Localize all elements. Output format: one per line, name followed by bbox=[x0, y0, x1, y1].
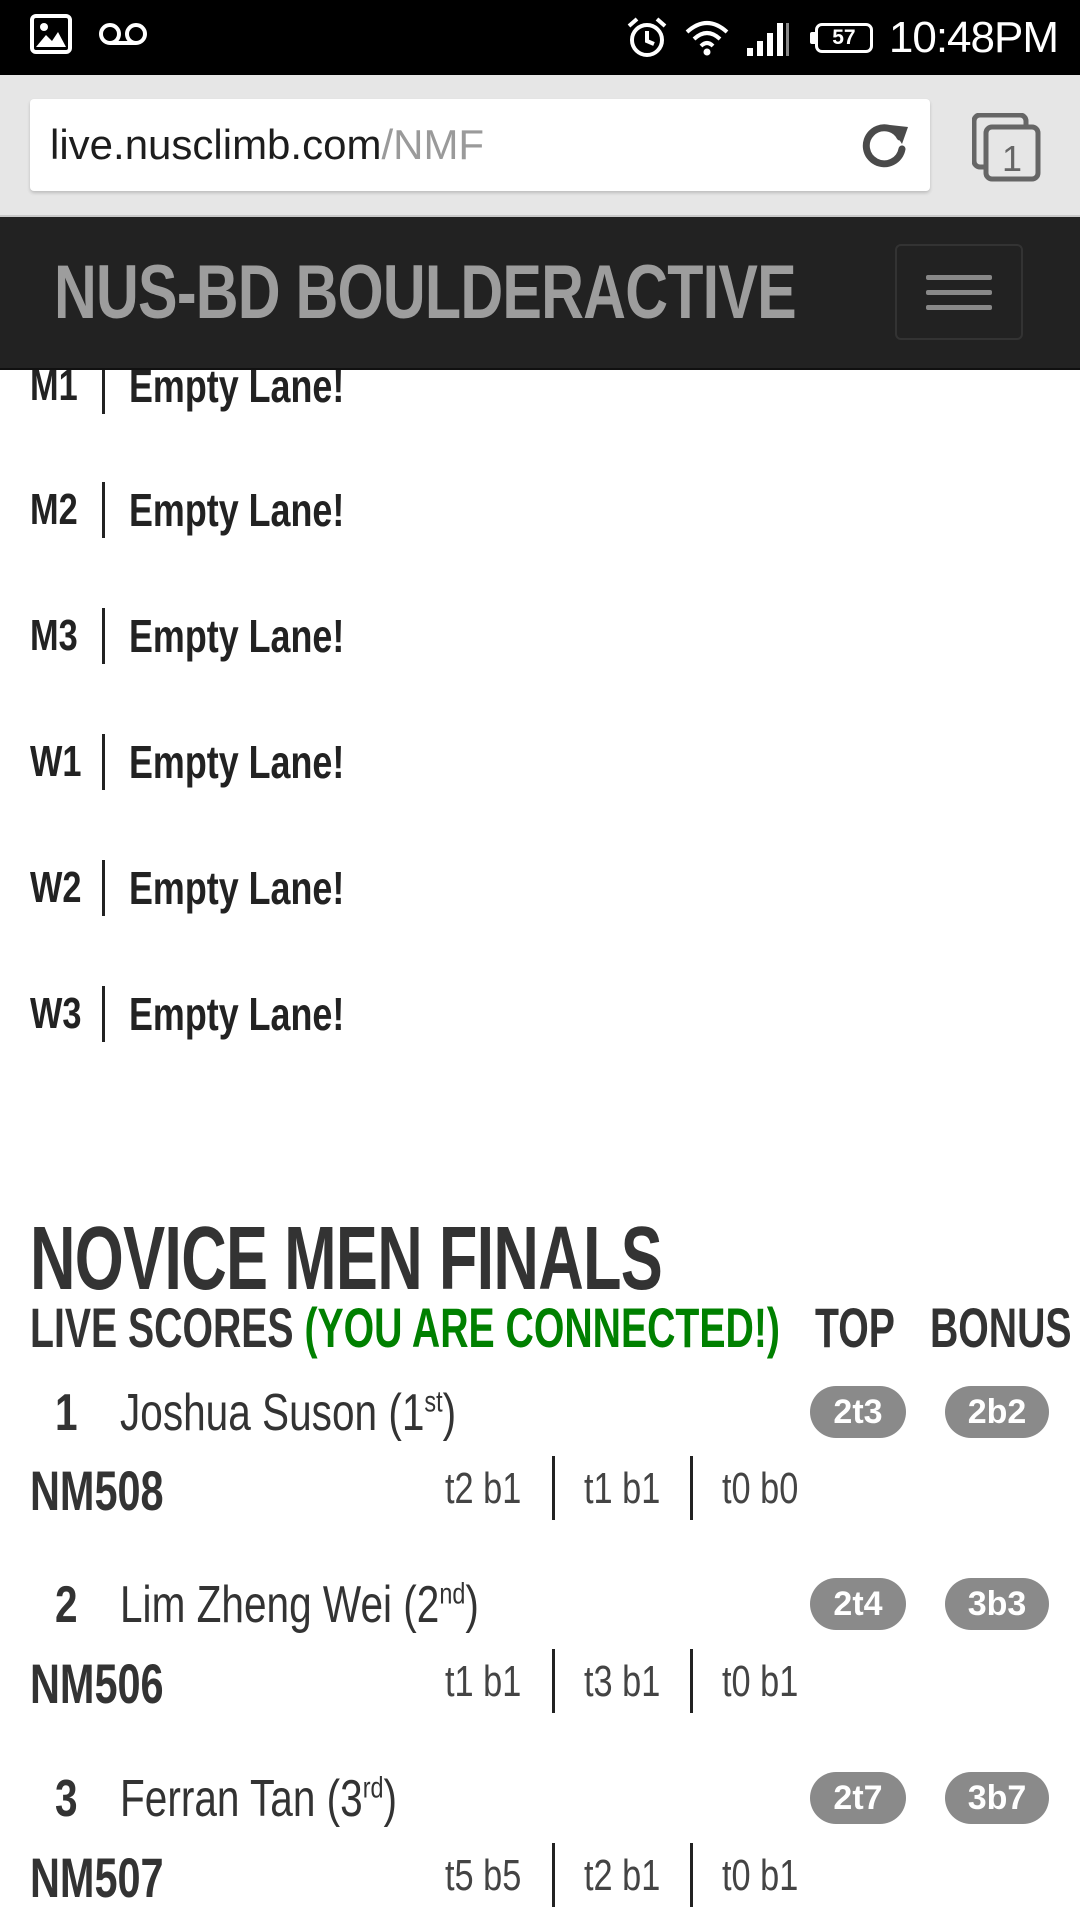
entry-id: NM506 bbox=[30, 1652, 164, 1715]
entry-name: Ferran Tan (3rd) bbox=[120, 1769, 397, 1829]
entry-rank: 2 bbox=[55, 1576, 78, 1634]
battery-level: 57 bbox=[832, 26, 856, 49]
attempt-score: t2 b1 bbox=[445, 1464, 522, 1513]
entry-place-suffix: st bbox=[424, 1385, 443, 1419]
divider bbox=[102, 608, 105, 664]
attempt-score: t2 b1 bbox=[584, 1851, 661, 1900]
lane-row: M3 Empty Lane! bbox=[30, 606, 405, 666]
connection-status: (YOU ARE CONNECTED!) bbox=[304, 1296, 780, 1359]
lane-status: Empty Lane! bbox=[129, 370, 345, 412]
voicemail-icon bbox=[99, 23, 147, 45]
divider bbox=[102, 482, 105, 538]
browser-toolbar: live.nusclimb.com/NMF 1 bbox=[0, 75, 1080, 217]
main-content: M1 Empty Lane! M2 Empty Lane! M3 Empty L… bbox=[0, 370, 1080, 1920]
top-badge: 2t3 bbox=[810, 1386, 906, 1438]
lane-status: Empty Lane! bbox=[129, 988, 345, 1040]
entry-name-text: Ferran Tan (3 bbox=[120, 1770, 363, 1828]
column-header-bonus: BONUS bbox=[930, 1296, 1072, 1359]
url-text[interactable]: live.nusclimb.com/NMF bbox=[50, 99, 484, 191]
attempt-score: t0 b1 bbox=[722, 1657, 799, 1706]
entry-id: NM507 bbox=[30, 1846, 164, 1909]
signal-icon bbox=[746, 22, 789, 56]
lane-code: M3 bbox=[30, 611, 78, 660]
live-scores-label: LIVE SCORES (YOU ARE CONNECTED!) bbox=[30, 1295, 780, 1360]
lane-row: M1 Empty Lane! bbox=[30, 370, 405, 416]
attempt-score: t0 b0 bbox=[722, 1464, 799, 1513]
top-badge: 2t4 bbox=[810, 1578, 906, 1630]
entry-place-suffix: nd bbox=[439, 1577, 466, 1611]
address-bar[interactable]: live.nusclimb.com/NMF bbox=[30, 99, 930, 191]
divider bbox=[102, 370, 105, 414]
hamburger-icon bbox=[926, 274, 992, 280]
tab-count: 1 bbox=[1002, 138, 1022, 179]
tabs-icon[interactable]: 1 bbox=[972, 113, 1042, 183]
top-badge: 2t7 bbox=[810, 1772, 906, 1824]
attempt-score: t0 b1 bbox=[722, 1851, 799, 1900]
lane-status: Empty Lane! bbox=[129, 736, 345, 788]
divider bbox=[690, 1456, 693, 1520]
image-icon bbox=[30, 14, 72, 54]
lane-code: M1 bbox=[30, 370, 78, 410]
entry-name-text: Joshua Suson (1 bbox=[120, 1384, 425, 1442]
divider bbox=[552, 1843, 555, 1907]
reload-icon[interactable] bbox=[856, 117, 912, 173]
lane-code: W2 bbox=[30, 863, 82, 912]
attempt-score: t5 b5 bbox=[445, 1851, 522, 1900]
attempt-score: t1 b1 bbox=[584, 1464, 661, 1513]
entry-name-close: ) bbox=[465, 1576, 479, 1634]
entry-rank: 3 bbox=[55, 1770, 78, 1828]
divider bbox=[552, 1456, 555, 1520]
lane-row: W3 Empty Lane! bbox=[30, 984, 405, 1044]
column-header-top: TOP bbox=[815, 1296, 895, 1359]
entry-place-suffix: rd bbox=[362, 1771, 384, 1805]
alarm-icon bbox=[627, 16, 667, 57]
divider bbox=[690, 1649, 693, 1713]
entry-name: Joshua Suson (1st) bbox=[120, 1383, 456, 1443]
entry-id: NM508 bbox=[30, 1459, 164, 1522]
lane-row: M2 Empty Lane! bbox=[30, 480, 405, 540]
attempt-score: t1 b1 bbox=[445, 1657, 522, 1706]
clock: 10:48PM bbox=[888, 12, 1059, 62]
attempt-score: t3 b1 bbox=[584, 1657, 661, 1706]
bonus-badge: 2b2 bbox=[945, 1386, 1049, 1438]
status-bar: 57 10:48PM bbox=[0, 0, 1080, 75]
lane-row: W1 Empty Lane! bbox=[30, 732, 405, 792]
lane-code: W1 bbox=[30, 737, 82, 786]
entry-name-text: Lim Zheng Wei (2 bbox=[120, 1576, 440, 1634]
lane-status: Empty Lane! bbox=[129, 862, 345, 914]
menu-toggle-button[interactable] bbox=[895, 244, 1023, 340]
divider bbox=[102, 734, 105, 790]
lane-row: W2 Empty Lane! bbox=[30, 858, 405, 918]
url-host: live.nusclimb.com bbox=[50, 121, 382, 168]
live-scores-text: LIVE SCORES bbox=[30, 1296, 294, 1359]
lane-status: Empty Lane! bbox=[129, 484, 345, 536]
entry-rank: 1 bbox=[55, 1384, 78, 1442]
divider bbox=[102, 986, 105, 1042]
bonus-badge: 3b7 bbox=[945, 1772, 1049, 1824]
wifi-icon bbox=[685, 20, 729, 55]
entry-name-close: ) bbox=[442, 1384, 457, 1442]
lane-status: Empty Lane! bbox=[129, 610, 345, 662]
brand-title[interactable]: NUS-BD BOULDERACTIVE bbox=[54, 217, 797, 368]
lane-code: W3 bbox=[30, 989, 82, 1038]
divider bbox=[552, 1649, 555, 1713]
battery-icon: 57 bbox=[809, 22, 873, 53]
bonus-badge: 3b3 bbox=[945, 1578, 1049, 1630]
divider bbox=[102, 860, 105, 916]
url-path: /NMF bbox=[381, 121, 485, 168]
lane-code: M2 bbox=[30, 485, 78, 534]
site-navbar: NUS-BD BOULDERACTIVE bbox=[0, 217, 1080, 370]
divider bbox=[690, 1843, 693, 1907]
entry-name-close: ) bbox=[383, 1770, 398, 1828]
entry-name: Lim Zheng Wei (2nd) bbox=[120, 1575, 479, 1635]
